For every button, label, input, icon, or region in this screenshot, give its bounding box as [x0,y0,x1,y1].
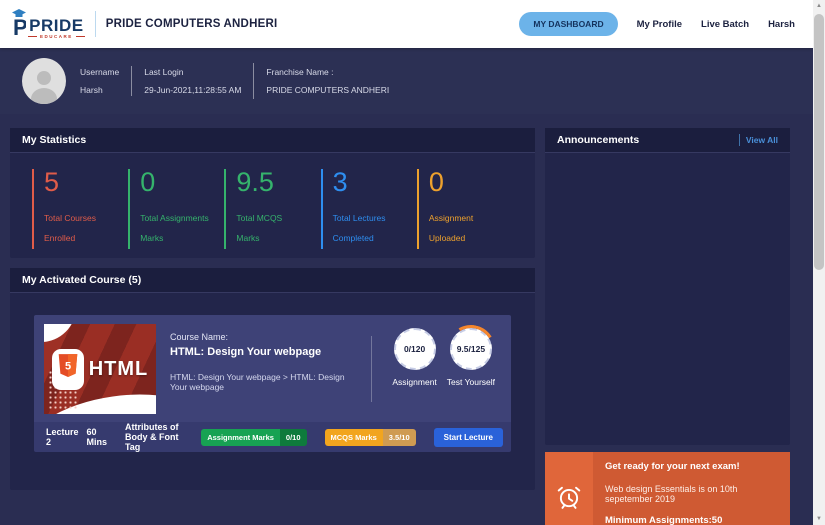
logo-brand: PRIDE [29,15,84,35]
userbar-divider [253,63,255,99]
course-item: 5 HTML Course Name: HTML: Design Your we… [34,315,511,452]
stat-label: Total Assignments Marks [140,213,209,244]
exam-notice-icon-block [545,452,593,525]
score-area: 0/120 Assignment 9.5/125 Test Yourself [386,319,500,414]
view-all-link[interactable]: View All [746,135,778,145]
username-label: Username [80,67,120,77]
statistics-card: My Statistics 5 Total Courses Enrolled 0… [10,128,535,258]
exam-notice-title: Get ready for your next exam! [605,461,740,472]
pride-logo: P PRIDE EDUCARE [12,9,85,39]
exam-notice-requirement: Minimum Assignments:50 [605,515,723,525]
progress-arc [441,319,500,379]
thumb-html-label: HTML [88,357,149,380]
assignment-marks-badge: Assignment Marks 0/10 [201,428,307,446]
course-name: HTML: Design Your webpage [170,346,322,358]
stat-label: Assignment Uploaded [428,213,474,244]
course-thumbnail[interactable]: 5 HTML [44,324,156,414]
course-breadcrumb: HTML: Design Your webpage > HTML: Design… [170,372,345,392]
activated-course-title: My Activated Course (5) [22,274,142,286]
header-divider [94,11,96,37]
stat-total-mcqs: 9.5 Total MCQS Marks [224,169,320,249]
statistics-title: My Statistics [22,134,87,146]
nav-my-dashboard[interactable]: MY DASHBOARD [519,12,618,36]
franchise-value: PRIDE COMPUTERS ANDHERI [266,84,390,95]
lecture-row: Lecture 2 60 Mins Attributes of Body & F… [34,422,511,452]
avatar [22,58,66,104]
stat-label: Total MCQS Marks [236,213,283,244]
logo-dash-left [28,36,37,38]
exam-notice-detail: Web design Essentials is on 10th sepetem… [605,484,738,504]
stat-value: 3 [332,167,348,197]
statistics-header: My Statistics [10,128,535,153]
stat-value: 5 [44,167,60,197]
assignment-score-col: 0/120 Assignment [392,328,437,414]
course-divider [371,336,373,402]
view-all-divider [738,134,740,146]
announcements-card: Announcements View All [545,128,790,445]
nav-user-harsh[interactable]: Harsh [768,19,795,30]
stat-value: 9.5 [236,167,274,197]
alarm-clock-icon [557,486,581,509]
person-icon [31,71,57,104]
start-lecture-button[interactable]: Start Lecture [433,427,503,447]
assignment-caption: Assignment [392,377,437,387]
stat-total-courses: 5 Total Courses Enrolled [32,169,128,249]
thumb-content: 5 HTML [44,324,156,414]
nav-live-batch[interactable]: Live Batch [701,19,749,30]
mcqs-marks-badge: MCQS Marks 3.5/10 [324,428,416,446]
activated-course-card: My Activated Course (5) 5 HTML Course Na… [10,268,535,490]
view-all-wrap: View All [738,134,778,146]
course-name-label: Course Name: [170,332,229,342]
header-left: P PRIDE EDUCARE PRIDE COMPUTERS ANDHERI [12,9,277,39]
stat-total-assignments: 0 Total Assignments Marks [128,169,224,249]
userbar-divider [131,66,133,96]
logo-subtitle: EDUCARE [28,34,85,40]
header-nav: MY DASHBOARD My Profile Live Batch Harsh [519,12,795,36]
stat-label: Total Lectures Completed [332,213,386,244]
nav-my-profile[interactable]: My Profile [637,19,682,30]
stat-total-lectures: 3 Total Lectures Completed [320,167,417,249]
test-score-col: 9.5/125 Test Yourself [441,319,500,414]
username-value: Harsh [80,84,103,95]
logo-text: PRIDE EDUCARE [28,17,85,40]
last-login-field: Last Login 29-Jun-2021,11:28:55 AM [144,68,241,94]
stat-value: 0 [428,167,444,197]
graduation-cap-icon: P [12,9,26,39]
stat-label: Total Courses Enrolled [44,213,96,244]
stat-value: 0 [140,167,156,197]
logo-dash-right [75,36,85,38]
test-score-circle: 9.5/125 [441,319,500,379]
course-main: 5 HTML Course Name: HTML: Design Your we… [34,315,511,422]
last-login-value: 29-Jun-2021,11:28:55 AM [144,84,242,95]
user-info-bar: Username Harsh Last Login 29-Jun-2021,11… [0,48,813,114]
scrollbar-thumb[interactable] [814,14,824,270]
statistics-body: 5 Total Courses Enrolled 0 Total Assignm… [10,153,535,259]
username-field: Username Harsh [80,68,119,94]
lecture-topic: Attributes of Body & Font Tag [124,422,179,452]
exam-notice-body: Get ready for your next exam! Web design… [593,452,790,525]
franchise-field: Franchise Name : PRIDE COMPUTERS ANDHERI [266,68,389,94]
franchise-label: Franchise Name : [266,67,334,77]
activated-course-header: My Activated Course (5) [10,268,535,293]
app-header: P PRIDE EDUCARE PRIDE COMPUTERS ANDHERI … [0,0,813,48]
stat-assignment-uploaded: 0 Assignment Uploaded [416,167,513,249]
scroll-down-arrow[interactable]: ▼ [813,513,825,525]
announcements-header: Announcements View All [545,128,790,153]
html5-shield-icon: 5 [51,348,84,390]
page-title: PRIDE COMPUTERS ANDHERI [105,18,278,30]
course-info: Course Name: HTML: Design Your webpage H… [170,324,357,414]
svg-text:P: P [13,15,26,39]
test-caption: Test Yourself [446,377,495,387]
lecture-name: Lecture 2 [46,427,79,447]
exam-notice: Get ready for your next exam! Web design… [545,452,790,525]
assignment-score-circle: 0/120 [393,328,436,370]
svg-text:5: 5 [65,360,71,372]
announcements-title: Announcements [557,134,640,146]
vertical-scrollbar[interactable]: ▲ ▼ [813,0,825,525]
last-login-label: Last Login [144,67,184,77]
scroll-up-arrow[interactable]: ▲ [813,0,825,12]
lecture-duration: 60 Mins [86,427,108,447]
